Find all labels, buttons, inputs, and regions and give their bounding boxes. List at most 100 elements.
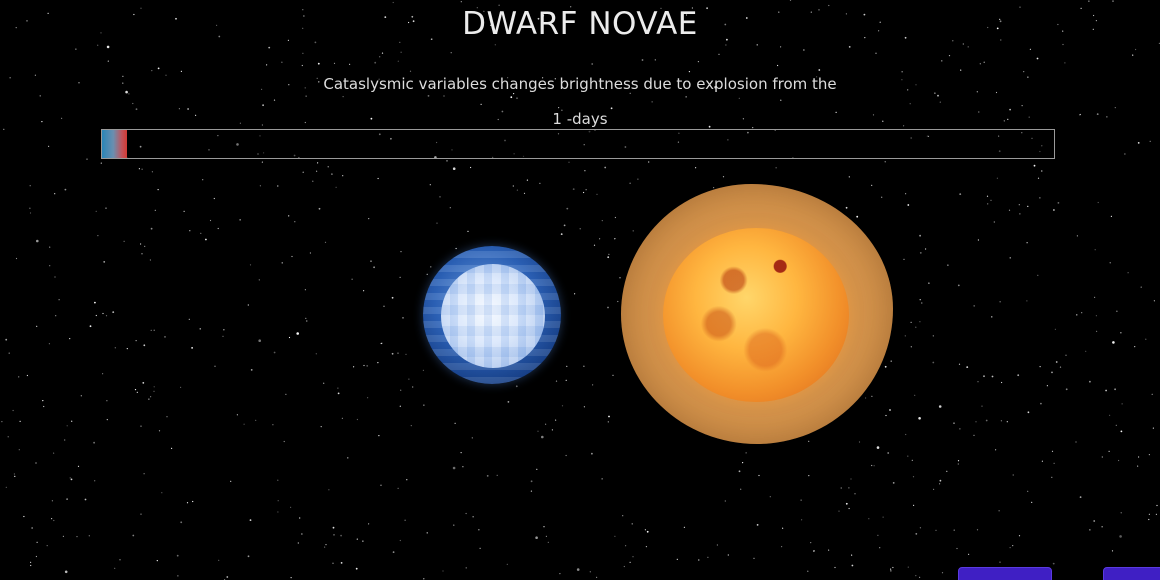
star-dot bbox=[614, 238, 616, 240]
star-dot bbox=[247, 304, 249, 306]
star-dot bbox=[1112, 0, 1114, 2]
star-dot bbox=[76, 536, 78, 538]
star-dot bbox=[205, 238, 207, 241]
star-dot bbox=[555, 419, 557, 421]
star-dot bbox=[632, 556, 634, 558]
time-progress-bar[interactable] bbox=[101, 129, 1055, 159]
star-dot bbox=[1076, 314, 1078, 316]
star-dot bbox=[1026, 300, 1028, 302]
star-dot bbox=[565, 454, 567, 457]
star-dot bbox=[368, 523, 370, 525]
star-dot bbox=[851, 554, 853, 556]
star-dot bbox=[579, 228, 581, 230]
star-dot bbox=[400, 389, 402, 391]
star-dot bbox=[202, 179, 204, 181]
star-dot bbox=[676, 558, 678, 561]
star-dot bbox=[144, 245, 146, 247]
star-dot bbox=[1145, 338, 1147, 340]
star-dot bbox=[213, 197, 215, 200]
star-dot bbox=[987, 203, 989, 205]
star-dot bbox=[1138, 456, 1140, 458]
star-dot bbox=[1026, 242, 1028, 244]
star-dot bbox=[301, 64, 303, 67]
star-dot bbox=[496, 474, 498, 476]
star-dot bbox=[304, 289, 306, 291]
star-dot bbox=[134, 389, 137, 391]
star-dot bbox=[1009, 547, 1011, 549]
star-dot bbox=[1064, 62, 1066, 64]
previous-button[interactable] bbox=[958, 567, 1052, 580]
star-dot bbox=[966, 366, 969, 368]
star-dot bbox=[470, 166, 472, 169]
star-dot bbox=[391, 296, 394, 299]
star-dot bbox=[592, 384, 594, 386]
star-dot bbox=[239, 219, 241, 221]
star-dot bbox=[856, 215, 859, 218]
star-dot bbox=[507, 401, 510, 403]
star-dot bbox=[604, 166, 607, 169]
star-dot bbox=[453, 524, 455, 526]
star-dot bbox=[143, 344, 146, 347]
star-dot bbox=[1051, 450, 1054, 452]
star-dot bbox=[380, 342, 382, 345]
star-dot bbox=[277, 511, 279, 513]
star-dot bbox=[845, 206, 848, 209]
star-dot bbox=[1148, 518, 1150, 521]
star-dot bbox=[126, 348, 128, 350]
star-dot bbox=[427, 95, 430, 97]
star-dot bbox=[932, 335, 934, 337]
star-dot bbox=[177, 575, 179, 577]
star-dot bbox=[5, 486, 7, 488]
star-dot bbox=[907, 566, 909, 568]
star-dot bbox=[919, 321, 921, 323]
star-dot bbox=[157, 189, 159, 191]
star-dot bbox=[312, 180, 314, 182]
star-dot bbox=[317, 162, 319, 164]
star-dot bbox=[36, 541, 38, 543]
star-dot bbox=[255, 419, 257, 421]
star-dot bbox=[494, 44, 496, 46]
star-dot bbox=[1120, 332, 1122, 334]
star-dot bbox=[7, 436, 9, 438]
star-dot bbox=[999, 301, 1001, 303]
star-dot bbox=[112, 311, 115, 313]
star-dot bbox=[1114, 107, 1116, 109]
star-dot bbox=[1121, 403, 1123, 405]
star-dot bbox=[154, 209, 156, 211]
star-dot bbox=[536, 468, 538, 470]
star-dot bbox=[380, 484, 382, 486]
star-dot bbox=[623, 565, 625, 568]
next-button[interactable] bbox=[1103, 567, 1160, 580]
star-dot bbox=[813, 550, 815, 552]
star-dot bbox=[641, 59, 644, 61]
star-dot bbox=[1018, 204, 1020, 206]
star-dot bbox=[601, 220, 603, 222]
star-dot bbox=[138, 168, 140, 170]
star-dot bbox=[223, 329, 225, 331]
star-dot bbox=[910, 321, 912, 323]
star-dot bbox=[439, 196, 441, 198]
star-dot bbox=[306, 320, 308, 322]
star-dot bbox=[941, 572, 944, 574]
star-dot bbox=[12, 409, 14, 412]
star-dot bbox=[370, 260, 372, 262]
star-dot bbox=[933, 488, 935, 490]
star-dot bbox=[890, 568, 892, 570]
star-dot bbox=[1112, 341, 1115, 344]
star-dot bbox=[299, 517, 301, 519]
star-dot bbox=[449, 207, 451, 209]
star-dot bbox=[454, 422, 456, 424]
star-dot bbox=[1120, 430, 1123, 433]
companion-star bbox=[663, 228, 849, 402]
star-dot bbox=[848, 46, 851, 48]
star-dot bbox=[15, 257, 18, 260]
star-dot bbox=[1033, 164, 1036, 167]
star-dot bbox=[166, 416, 168, 418]
star-dot bbox=[192, 500, 194, 503]
star-dot bbox=[266, 64, 268, 66]
star-dot bbox=[607, 306, 609, 309]
star-dot bbox=[64, 570, 68, 574]
star-dot bbox=[937, 94, 939, 97]
star-dot bbox=[302, 171, 304, 173]
star-dot bbox=[834, 566, 836, 569]
